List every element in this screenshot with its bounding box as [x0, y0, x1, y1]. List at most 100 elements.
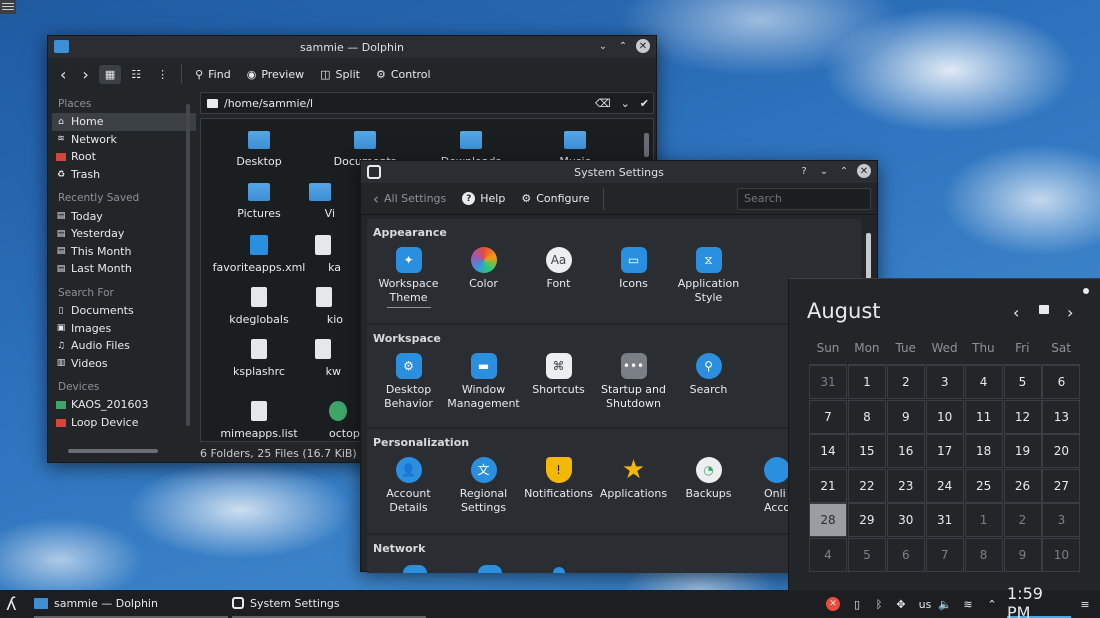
calendar-day[interactable]: 26: [1003, 468, 1042, 503]
search-item[interactable]: ⚲ Search: [671, 353, 746, 397]
calendar-day[interactable]: 8: [964, 538, 1003, 572]
tree-view-icon[interactable]: ⋮: [151, 65, 174, 84]
split-button[interactable]: ◫ Split: [314, 65, 366, 84]
volume-icon[interactable]: 🔈: [938, 597, 952, 611]
calendar-day[interactable]: 31: [925, 503, 964, 538]
file-item[interactable]: Vi: [305, 183, 335, 220]
clipboard-icon[interactable]: ▯: [850, 597, 864, 611]
applications-item[interactable]: ★ Applications: [596, 457, 671, 501]
sidebar-item-loop[interactable]: Loop Device: [52, 414, 196, 432]
calendar-day[interactable]: 21: [809, 468, 847, 503]
backups-item[interactable]: ◔ Backups: [671, 457, 746, 501]
calendar-day[interactable]: 3: [1042, 503, 1081, 538]
account-details-item[interactable]: 👤 Account Details: [371, 457, 446, 515]
calendar-day[interactable]: 7: [925, 538, 964, 572]
calendar-day[interactable]: 2: [1003, 503, 1042, 538]
calendar-day[interactable]: 7: [809, 399, 847, 434]
sidebar-item-images[interactable]: ▣ Images: [52, 319, 196, 337]
calendar-day[interactable]: 4: [964, 365, 1003, 399]
sidebar-item-yesterday[interactable]: ▤ Yesterday: [52, 225, 196, 243]
back-icon[interactable]: ‹: [54, 62, 72, 87]
calendar-day[interactable]: 10: [1042, 538, 1081, 572]
configure-button[interactable]: ⚙ Configure: [515, 189, 595, 208]
shortcuts-item[interactable]: ⌘ Shortcuts: [521, 353, 596, 397]
calendar-day[interactable]: 9: [1003, 538, 1042, 572]
calendar-today-icon[interactable]: [1039, 305, 1049, 314]
expand-tray-icon[interactable]: ⌃: [985, 597, 999, 611]
calendar-day[interactable]: 23: [886, 468, 925, 503]
settings-search-input[interactable]: [737, 187, 871, 210]
application-style-item[interactable]: ⧖ Application Style: [671, 247, 746, 305]
calendar-day[interactable]: 28: [809, 503, 847, 538]
calendar-day[interactable]: 19: [1003, 434, 1042, 469]
digital-clock[interactable]: 1:59 PM: [1007, 584, 1071, 618]
calendar-day[interactable]: 16: [886, 434, 925, 469]
chevron-down-icon[interactable]: ⌄: [621, 97, 630, 110]
file-item[interactable]: mimeapps.list: [209, 401, 309, 440]
notifications-item[interactable]: ! Notifications: [521, 457, 596, 501]
calendar-day[interactable]: 27: [1042, 468, 1081, 503]
bluetooth-icon[interactable]: ᛒ: [872, 597, 886, 611]
maximize-icon[interactable]: ⌃: [616, 39, 630, 53]
window-management-item[interactable]: ▬ Window Management: [446, 353, 521, 411]
minimize-icon[interactable]: ⌄: [596, 39, 610, 53]
font-item[interactable]: Aa Font: [521, 247, 596, 291]
sidebar-item-home[interactable]: ⌂ Home: [52, 113, 196, 131]
file-item[interactable]: octop: [315, 401, 363, 440]
desktop-behavior-item[interactable]: ⚙ Desktop Behavior: [371, 353, 446, 411]
compact-view-icon[interactable]: ☷: [125, 65, 147, 84]
forward-icon[interactable]: ›: [76, 62, 94, 87]
online-accounts-item[interactable]: Onli Accou: [746, 457, 791, 515]
file-item[interactable]: Desktop: [209, 131, 309, 168]
calendar-day[interactable]: 11: [964, 399, 1003, 434]
previous-month-icon[interactable]: ‹: [1013, 303, 1019, 322]
workspace-theme-item[interactable]: ✦ Workspace Theme: [371, 247, 446, 308]
network-manager-icon[interactable]: ✥: [894, 597, 908, 611]
calendar-day[interactable]: 5: [847, 538, 886, 572]
startup-shutdown-item[interactable]: ••• Startup and Shutdown: [596, 353, 671, 411]
calendar-day[interactable]: 1: [964, 503, 1003, 538]
preview-button[interactable]: ◉ Preview: [241, 65, 310, 84]
file-item[interactable]: kw: [305, 339, 341, 378]
sidebar-item-documents[interactable]: ▯ Documents: [52, 302, 196, 320]
calendar-day[interactable]: 30: [886, 503, 925, 538]
maximize-icon[interactable]: ⌃: [837, 164, 851, 178]
error-icon[interactable]: ✕: [826, 597, 840, 611]
sidebar-item-last-month[interactable]: ▤ Last Month: [52, 260, 196, 278]
calendar-day[interactable]: 29: [847, 503, 886, 538]
calendar-day[interactable]: 20: [1042, 434, 1081, 469]
settings-titlebar[interactable]: System Settings ? ⌄ ⌃ ✕: [361, 161, 877, 183]
file-item[interactable]: Pictures: [209, 183, 309, 220]
sidebar-item-this-month[interactable]: ▤ This Month: [52, 243, 196, 261]
clear-icon[interactable]: ⌫: [595, 97, 611, 110]
file-item[interactable]: ksplashrc: [209, 339, 309, 378]
calendar-day[interactable]: 2: [886, 365, 925, 399]
sidebar-item-today[interactable]: ▤ Today: [52, 207, 196, 225]
calendar-day[interactable]: 8: [847, 399, 886, 434]
calendar-day[interactable]: 6: [886, 538, 925, 572]
calendar-day[interactable]: 24: [925, 468, 964, 503]
calendar-day[interactable]: 15: [847, 434, 886, 469]
calendar-day[interactable]: 10: [925, 399, 964, 434]
sidebar-item-kaos[interactable]: KAOS_201603: [52, 396, 196, 414]
minimize-icon[interactable]: ⌄: [817, 164, 831, 178]
close-icon[interactable]: ✕: [636, 39, 650, 53]
calendar-day[interactable]: 6: [1042, 365, 1081, 399]
calendar-day[interactable]: 18: [964, 434, 1003, 469]
sidebar-item-network[interactable]: ≋ Network: [52, 131, 196, 149]
all-settings-button[interactable]: ‹ All Settings: [367, 187, 452, 211]
panel-menu-icon[interactable]: ≡: [1078, 597, 1092, 611]
help-icon[interactable]: ?: [797, 164, 811, 178]
calendar-day[interactable]: 5: [1003, 365, 1042, 399]
calendar-day[interactable]: 31: [809, 365, 847, 399]
application-launcher[interactable]: ʎ: [6, 590, 26, 618]
file-item[interactable]: favoriteapps.xml: [209, 235, 309, 274]
dolphin-titlebar[interactable]: sammie — Dolphin ⌄ ⌃ ✕: [48, 36, 656, 58]
icons-item[interactable]: ▭ Icons: [596, 247, 671, 291]
icons-view-icon[interactable]: ▦: [98, 64, 122, 84]
calendar-day[interactable]: 22: [847, 468, 886, 503]
sidebar-item-root[interactable]: Root: [52, 148, 196, 166]
location-bar[interactable]: /home/sammie/l ⌫ ⌄ ✔: [200, 92, 654, 114]
files-scrollbar[interactable]: [644, 133, 649, 157]
calendar-day[interactable]: 4: [809, 538, 847, 572]
